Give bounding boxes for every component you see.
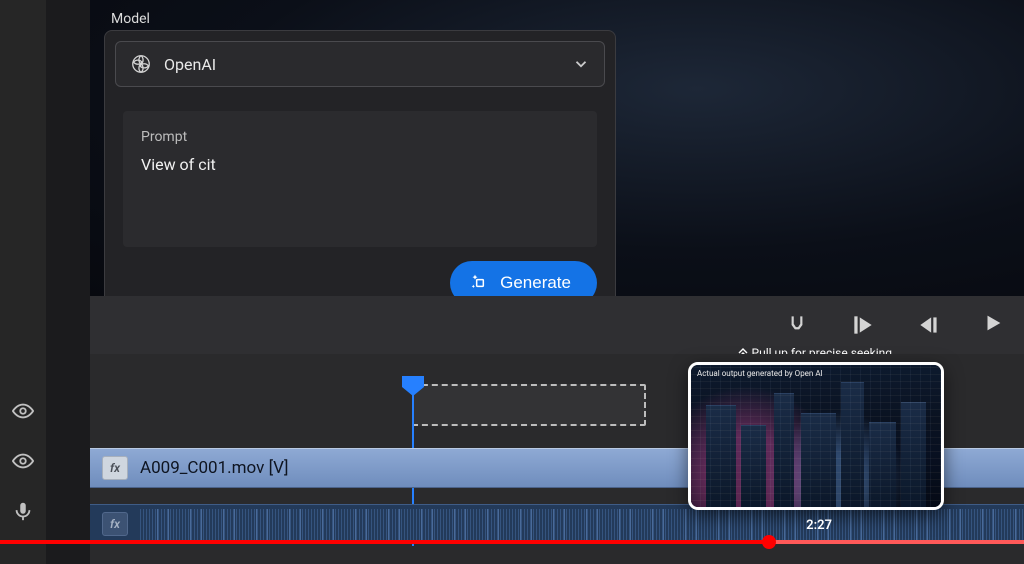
chevron-down-icon [572, 55, 590, 73]
generative-ai-panel: Model OpenAI Prompt View of cit Generate [104, 30, 616, 320]
prompt-label: Prompt [141, 129, 579, 145]
left-icon-strip [0, 0, 46, 564]
progress-remaining [769, 540, 1024, 544]
mark-in-out-icon[interactable] [784, 312, 810, 338]
progress-handle[interactable] [762, 535, 776, 549]
audio-waveform [140, 509, 1024, 541]
audio-track[interactable]: fx [90, 504, 1024, 544]
microphone-icon[interactable] [12, 500, 34, 522]
seek-time: 2:27 [806, 518, 832, 533]
player-controls: Pull up for precise seeking [90, 296, 1024, 354]
panel-gutter [46, 0, 90, 564]
progress-bar[interactable] [0, 540, 1024, 544]
model-selected-value: OpenAI [164, 55, 216, 74]
openai-logo-icon [130, 53, 152, 75]
model-select[interactable]: OpenAI [115, 41, 605, 87]
sparkle-icon [470, 273, 490, 293]
visibility-eye-icon[interactable] [12, 450, 34, 472]
visibility-eye-icon[interactable] [12, 400, 34, 422]
seek-thumbnail[interactable]: Actual output generated by Open AI [688, 362, 944, 510]
fx-badge[interactable]: fx [102, 456, 128, 480]
generate-button-label: Generate [500, 273, 571, 293]
model-field-label: Model [111, 11, 150, 27]
go-to-previous-marker-icon[interactable] [850, 312, 876, 338]
generative-placeholder-clip[interactable] [412, 384, 646, 426]
step-back-icon[interactable] [916, 312, 942, 338]
play-button-icon[interactable] [982, 312, 1004, 338]
video-clip-name: A009_C001.mov [V] [140, 458, 289, 478]
fx-badge[interactable]: fx [102, 512, 128, 536]
thumbnail-image [691, 365, 941, 507]
prompt-box: Prompt View of cit [123, 111, 597, 247]
thumbnail-caption: Actual output generated by Open AI [697, 369, 823, 378]
prompt-input[interactable]: View of cit [141, 155, 579, 203]
